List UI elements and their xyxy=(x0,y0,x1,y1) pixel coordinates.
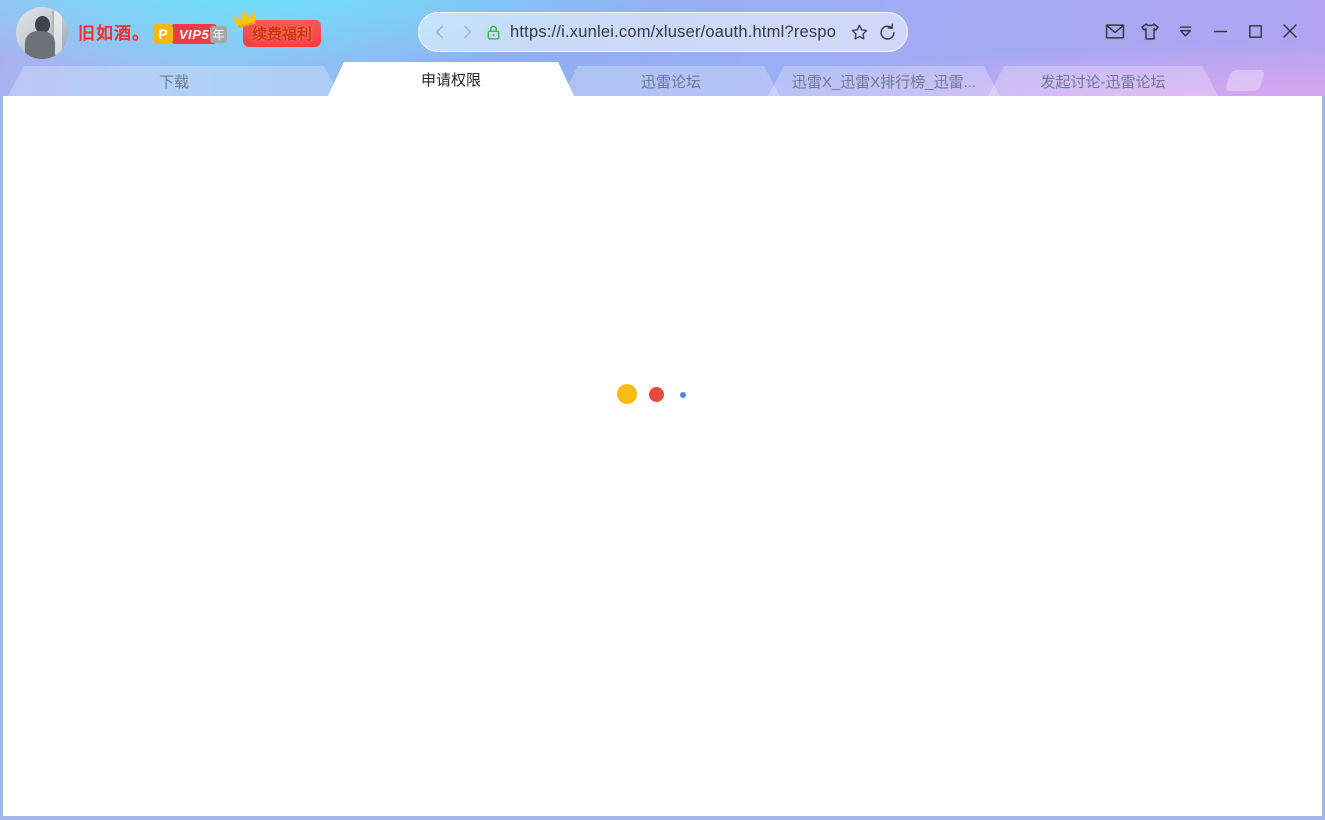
messages-button[interactable] xyxy=(1104,20,1126,42)
renew-benefits-button[interactable]: 续费福利 xyxy=(243,20,321,47)
tab-strip: 下载 申请权限 迅雷论坛 迅雷X_迅雷X排行榜_迅雷... 发起讨论-迅雷论坛 xyxy=(0,62,1325,96)
maximize-icon xyxy=(1245,21,1266,42)
browser-window: 旧如酒。 P VIP5 年 续费福利 xyxy=(0,0,1325,820)
loader-dot-blue xyxy=(680,392,686,398)
minimize-icon xyxy=(1210,21,1231,42)
new-tab-button[interactable] xyxy=(1225,70,1266,91)
user-avatar[interactable] xyxy=(16,7,68,59)
tab-label: 发起讨论-迅雷论坛 xyxy=(1041,71,1166,92)
tab-xunleix-ranking[interactable]: 迅雷X_迅雷X排行榜_迅雷... xyxy=(768,66,1000,96)
skin-theme-button[interactable] xyxy=(1139,20,1161,42)
page-loading-indicator xyxy=(617,384,689,406)
window-controls xyxy=(1104,20,1301,42)
vip-p-badge[interactable]: P xyxy=(153,24,173,44)
maximize-button[interactable] xyxy=(1244,20,1266,42)
refresh-icon xyxy=(877,22,898,43)
tab-label: 迅雷论坛 xyxy=(641,71,701,92)
url-input[interactable] xyxy=(510,23,842,42)
tab-xunlei-forum[interactable]: 迅雷论坛 xyxy=(562,66,780,96)
refresh-button[interactable] xyxy=(877,22,898,43)
title-bar: 旧如酒。 P VIP5 年 续费福利 xyxy=(0,0,1325,62)
close-icon xyxy=(1279,20,1301,42)
tab-start-discussion[interactable]: 发起讨论-迅雷论坛 xyxy=(988,66,1218,96)
tshirt-icon xyxy=(1139,20,1161,43)
tab-download[interactable]: 下载 xyxy=(8,66,340,96)
close-button[interactable] xyxy=(1279,20,1301,42)
panel-collapse-icon xyxy=(1175,21,1196,42)
loader-dot-yellow xyxy=(617,384,637,404)
back-chevron-icon xyxy=(430,22,450,42)
avatar-photo-person-body xyxy=(25,31,55,59)
forward-button[interactable] xyxy=(457,22,477,42)
minimize-button[interactable] xyxy=(1209,20,1231,42)
secure-lock-icon[interactable] xyxy=(484,23,503,42)
tab-label: 下载 xyxy=(159,71,189,92)
address-bar[interactable] xyxy=(418,12,908,52)
tab-label: 迅雷X_迅雷X排行榜_迅雷... xyxy=(792,71,976,92)
download-panel-toggle-button[interactable] xyxy=(1174,20,1196,42)
loader-dot-red xyxy=(649,387,664,402)
tab-label: 申请权限 xyxy=(421,69,481,90)
mail-icon xyxy=(1104,20,1126,43)
forward-chevron-icon xyxy=(457,22,477,42)
renew-button-label: 续费福利 xyxy=(252,23,312,44)
window-header: 旧如酒。 P VIP5 年 续费福利 xyxy=(0,0,1325,96)
username-label[interactable]: 旧如酒。 xyxy=(78,0,150,62)
tab-oauth-permission[interactable]: 申请权限 xyxy=(328,62,574,96)
bookmark-star-button[interactable] xyxy=(849,22,870,43)
page-content xyxy=(3,96,1322,816)
star-icon xyxy=(849,22,870,43)
vip-term-badge: 年 xyxy=(210,26,227,43)
back-button[interactable] xyxy=(430,22,450,42)
